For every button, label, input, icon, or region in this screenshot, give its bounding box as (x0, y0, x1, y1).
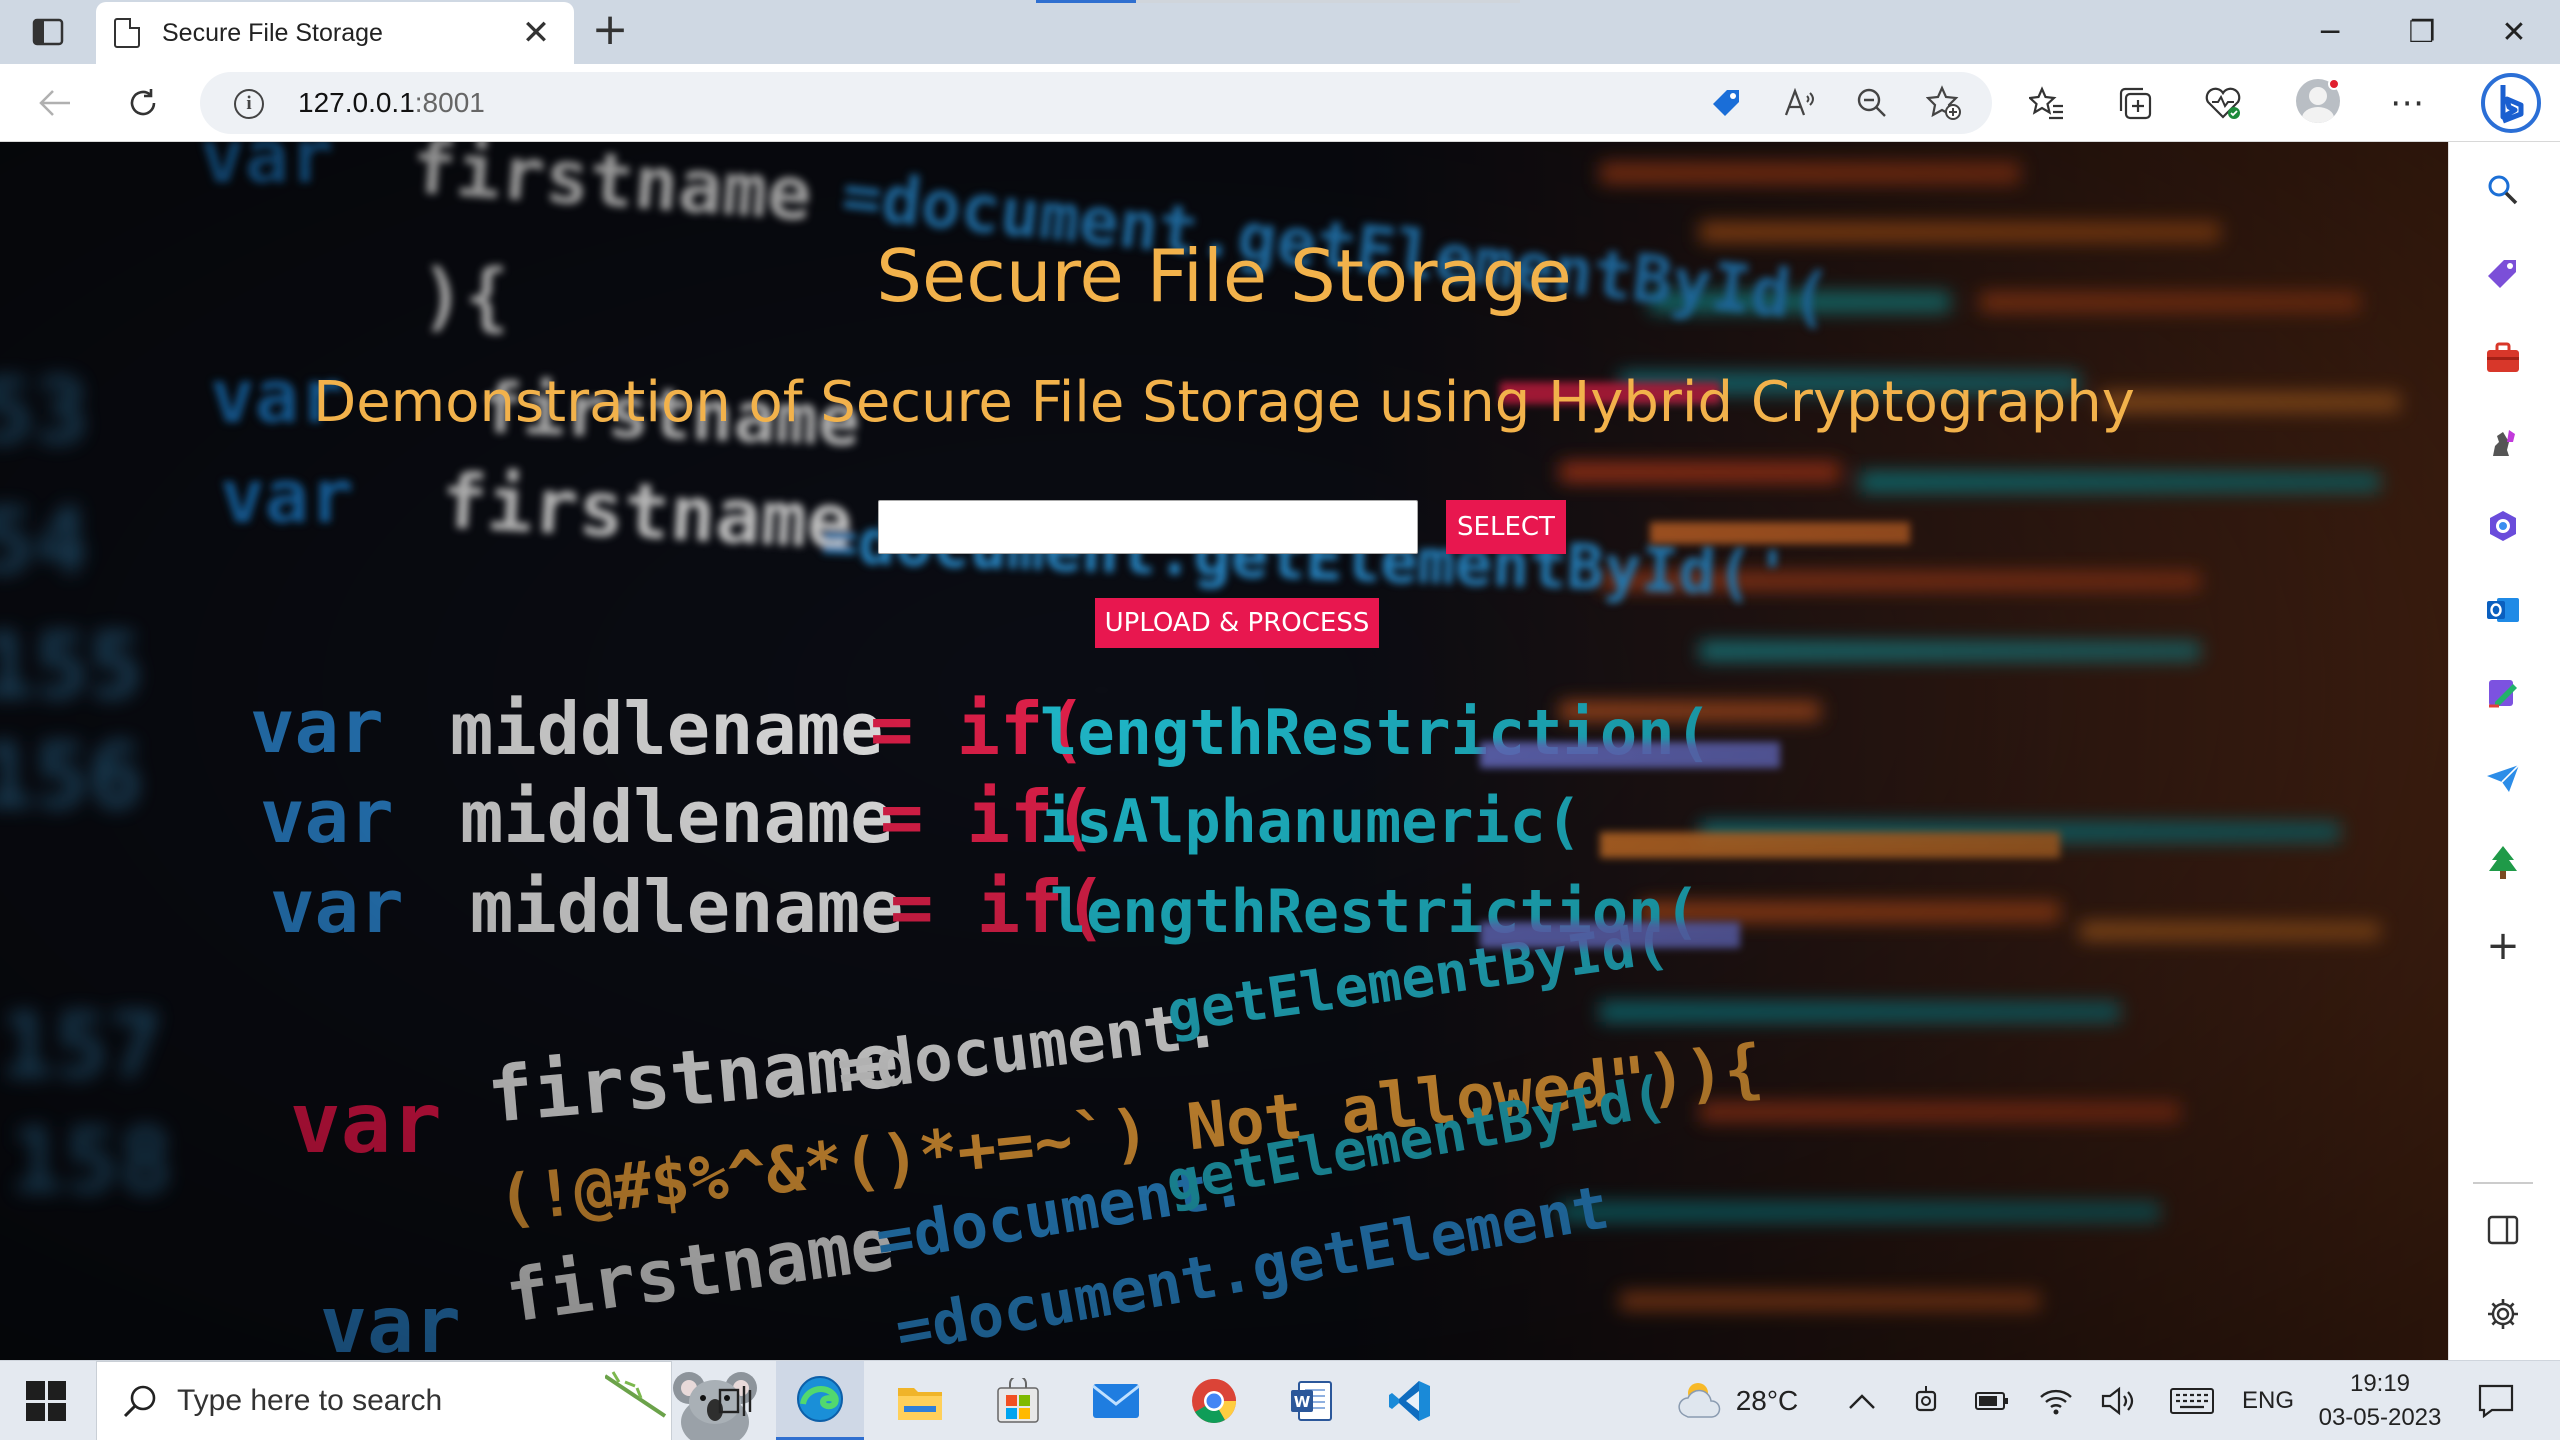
add-favorite-icon[interactable] (1926, 85, 1962, 121)
sidebar-tree-icon[interactable] (2479, 838, 2527, 886)
taskbar-search-box[interactable]: Type here to search (96, 1361, 757, 1440)
windows-start-icon[interactable] (26, 1381, 66, 1421)
site-info-icon[interactable]: i (234, 89, 264, 119)
show-hidden-icons-chevron-icon[interactable] (1840, 1361, 1884, 1440)
refresh-icon[interactable] (120, 80, 166, 126)
favorites-icon[interactable] (2024, 80, 2070, 126)
sidebar-send-icon[interactable] (2479, 754, 2527, 802)
browser-tab-active[interactable]: Secure File Storage ✕ (96, 2, 574, 64)
taskbar-chrome-icon[interactable] (1170, 1361, 1258, 1440)
select-file-button[interactable]: SELECT (1446, 500, 1566, 554)
edge-sidebar: + (2448, 142, 2560, 1360)
windows-taskbar: Type here to search W 28°C ENG 19:19 03-… (0, 1360, 2560, 1440)
close-window-button[interactable]: ✕ (2468, 0, 2560, 64)
weather-temperature[interactable]: 28°C (1732, 1361, 1802, 1440)
more-options-icon[interactable]: ⋯ (2384, 80, 2430, 126)
loading-indicator (1036, 0, 1520, 3)
tab-close-icon[interactable]: ✕ (516, 16, 556, 50)
sidebar-shopping-icon[interactable] (2479, 250, 2527, 298)
sidebar-search-icon[interactable] (2479, 166, 2527, 214)
tab-title: Secure File Storage (162, 18, 383, 47)
weather-icon[interactable] (1666, 1361, 1738, 1440)
clock[interactable]: 19:19 03-05-2023 (2310, 1361, 2450, 1440)
sidebar-settings-icon[interactable] (2479, 1290, 2527, 1338)
minimize-button[interactable]: ─ (2284, 0, 2376, 64)
sidebar-outlook-icon[interactable] (2479, 586, 2527, 634)
file-path-input[interactable] (878, 500, 1418, 554)
read-aloud-icon[interactable] (1782, 85, 1818, 121)
tab-actions-icon[interactable] (24, 14, 72, 50)
profile-notification-dot (2328, 78, 2340, 90)
web-page: 53 54 155 156 157 158 var firstname =doc… (0, 142, 2448, 1360)
restore-button[interactable]: ❐ (2376, 0, 2468, 64)
sidebar-designer-icon[interactable] (2479, 670, 2527, 718)
code-background-image: 53 54 155 156 157 158 var firstname =doc… (0, 142, 2448, 1360)
taskbar-mail-icon[interactable] (1072, 1361, 1160, 1440)
screen: Secure File Storage ✕ + ─ ❐ ✕ i 127.0.0.… (0, 0, 2560, 1440)
collections-icon[interactable] (2112, 80, 2158, 126)
browser-essentials-icon[interactable] (2200, 80, 2246, 126)
browser-tab-strip: Secure File Storage ✕ + ─ ❐ ✕ (0, 0, 2560, 64)
sidebar-divider (2473, 1182, 2533, 1184)
page-subtitle: Demonstration of Secure File Storage usi… (313, 370, 2135, 435)
upload-process-button[interactable]: UPLOAD & PROCESS (1095, 598, 1379, 648)
new-tab-button[interactable]: + (588, 8, 632, 54)
volume-icon[interactable] (2094, 1361, 2144, 1440)
bing-copilot-icon[interactable] (2476, 68, 2546, 138)
taskbar-file-explorer-icon[interactable] (876, 1361, 964, 1440)
page-title: Secure File Storage (876, 234, 1572, 318)
search-placeholder: Type here to search (177, 1384, 443, 1417)
sidebar-tools-icon[interactable] (2479, 334, 2527, 382)
touch-keyboard-icon[interactable] (2164, 1361, 2220, 1440)
url-text: 127.0.0.1:8001 (298, 87, 485, 118)
sidebar-add-icon[interactable]: + (2479, 922, 2527, 970)
clock-time: 19:19 (2349, 1370, 2411, 1397)
sidebar-microsoft365-icon[interactable] (2479, 502, 2527, 550)
page-icon (114, 18, 140, 48)
taskbar-word-icon[interactable]: W (1268, 1361, 1356, 1440)
zoom-out-icon[interactable] (1854, 85, 1890, 121)
back-arrow-icon[interactable] (32, 80, 78, 126)
shopping-tag-icon[interactable] (1708, 85, 1744, 121)
language-indicator[interactable]: ENG (2236, 1361, 2300, 1440)
svg-text:W: W (1294, 1393, 1311, 1411)
search-icon (123, 1385, 156, 1418)
battery-icon[interactable] (1968, 1361, 2016, 1440)
taskbar-edge-icon[interactable] (776, 1361, 864, 1440)
notification-center-icon[interactable] (2468, 1361, 2524, 1440)
browser-toolbar: i 127.0.0.1:8001 ⋯ (0, 64, 2560, 142)
clock-date: 03-05-2023 (2318, 1404, 2442, 1431)
address-bar[interactable]: i 127.0.0.1:8001 (200, 72, 1992, 134)
sidebar-hide-icon[interactable] (2479, 1206, 2527, 1254)
task-view-icon[interactable] (692, 1361, 780, 1440)
taskbar-store-icon[interactable] (974, 1361, 1062, 1440)
taskbar-vscode-icon[interactable] (1366, 1361, 1454, 1440)
sidebar-games-icon[interactable] (2479, 418, 2527, 466)
meet-now-icon[interactable] (1904, 1361, 1948, 1440)
wifi-icon[interactable] (2032, 1361, 2080, 1440)
